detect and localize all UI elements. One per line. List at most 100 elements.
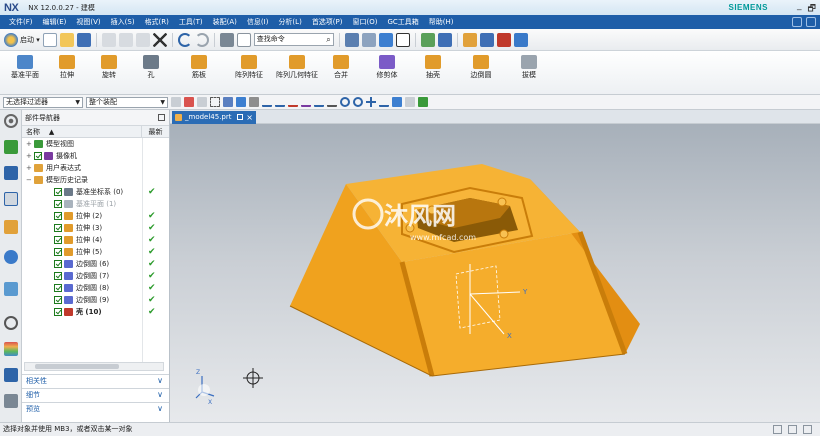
menu-item[interactable]: GC工具箱 (382, 15, 423, 29)
tree-row[interactable]: 拉伸 (3) ✔ (22, 222, 169, 234)
render-style-icon[interactable] (219, 32, 234, 47)
model-view[interactable]: Y X 沐风网 www.mfcad.com Z X (170, 124, 820, 422)
ribbon-button[interactable]: 阵列特征 (228, 54, 270, 94)
tree-row[interactable]: 边倒圆 (8) ✔ (22, 282, 169, 294)
save-icon[interactable] (76, 32, 91, 47)
snap-diagonal-icon[interactable] (379, 97, 389, 107)
tree-row[interactable]: 拉伸 (4) ✔ (22, 234, 169, 246)
menu-item[interactable]: 视图(V) (71, 15, 105, 29)
ribbon-button[interactable]: 合并 (320, 54, 362, 94)
snap-endpoint-icon[interactable] (249, 97, 259, 107)
tab-model45[interactable]: _model45.prt × (172, 111, 256, 124)
snap-line-icon[interactable] (262, 97, 272, 107)
wcs-icon[interactable] (496, 32, 511, 47)
ribbon-button[interactable]: 阵列几何特征 (276, 54, 318, 94)
status-icon[interactable] (773, 425, 782, 434)
assembly-navigator-icon[interactable] (4, 140, 18, 154)
clock-icon[interactable] (4, 316, 18, 330)
measure-icon[interactable] (513, 32, 528, 47)
tree-row[interactable]: 基准坐标系 (0) ✔ (22, 186, 169, 198)
settings-icon[interactable] (4, 114, 18, 128)
tree-row[interactable]: + 用户表达式 (22, 162, 169, 174)
ribbon-button[interactable]: 边倒圆 (460, 54, 502, 94)
cut-icon[interactable] (101, 32, 116, 47)
snap-intersect-icon[interactable] (327, 97, 337, 107)
snap-curve-icon[interactable] (275, 97, 285, 107)
expand-toggle-icon[interactable]: + (26, 138, 32, 150)
visibility-checkbox[interactable] (54, 260, 62, 268)
restore-tab-icon[interactable] (237, 114, 243, 120)
role-icon[interactable] (4, 368, 18, 382)
reuse-library-icon[interactable] (4, 220, 18, 234)
command-search-input[interactable]: 查找命令 ⌕ (253, 33, 334, 46)
close-icon[interactable]: × (246, 111, 253, 124)
tree-row[interactable]: 壳 (10) ✔ (22, 306, 169, 318)
web-browser-icon[interactable] (4, 250, 18, 264)
menu-item[interactable]: 首选项(P) (307, 15, 348, 29)
new-file-icon[interactable] (42, 32, 57, 47)
scroll-thumb[interactable] (35, 364, 119, 369)
ribbon-button[interactable]: 旋转 (88, 54, 130, 94)
expand-toggle-icon[interactable]: + (26, 162, 32, 174)
column-up-to-date[interactable]: 最新 (142, 126, 169, 137)
visibility-checkbox[interactable] (54, 188, 62, 196)
body-select-icon[interactable] (236, 97, 246, 107)
type-filter-dropdown[interactable]: 无选择过滤器 ▼ (3, 96, 83, 108)
snap-icon[interactable] (462, 32, 477, 47)
tree-row[interactable]: − 模型历史记录 (22, 174, 169, 186)
ribbon-button[interactable]: 拔模 (508, 54, 550, 94)
paste-icon[interactable] (135, 32, 150, 47)
background-icon[interactable] (395, 32, 410, 47)
open-folder-icon[interactable] (59, 32, 74, 47)
visibility-checkbox[interactable] (54, 236, 62, 244)
column-name[interactable]: 名称 ▲ (22, 126, 142, 137)
graphics-window[interactable]: Y X 沐风网 www.mfcad.com Z X (170, 124, 820, 422)
orient-view-icon[interactable] (361, 32, 376, 47)
menu-item[interactable]: 插入(S) (106, 15, 140, 29)
constraint-navigator-icon[interactable] (4, 166, 18, 180)
undo-icon[interactable] (177, 32, 192, 47)
visibility-checkbox[interactable] (54, 272, 62, 280)
snap-arc-icon[interactable] (288, 97, 298, 107)
tree-row[interactable]: 边倒圆 (9) ✔ (22, 294, 169, 306)
selection-scope-dropdown[interactable]: 整个装配 ▼ (86, 96, 168, 108)
visibility-checkbox[interactable] (34, 152, 42, 160)
snap-center-icon[interactable] (353, 97, 363, 107)
snap-wave-icon[interactable] (314, 97, 324, 107)
tree-row[interactable]: 拉伸 (5) ✔ (22, 246, 169, 258)
ribbon-button[interactable]: 筋板 (178, 54, 220, 94)
ribbon-button[interactable]: 基准平面 (4, 54, 46, 94)
collapsible-panel[interactable]: 相关性 ∨ (22, 374, 169, 387)
part-navigator-icon[interactable] (4, 192, 18, 206)
collapsible-panel[interactable]: 细节 ∨ (22, 388, 169, 401)
color-box-icon[interactable] (236, 32, 251, 47)
horizontal-scrollbar[interactable] (24, 362, 164, 371)
maximize-icon[interactable] (158, 114, 165, 121)
move-object-icon[interactable] (420, 32, 435, 47)
status-icon[interactable] (788, 425, 797, 434)
visibility-checkbox[interactable] (54, 200, 62, 208)
history-icon[interactable] (4, 282, 18, 296)
tree-row[interactable]: + 模型视图 (22, 138, 169, 150)
select-icon[interactable] (479, 32, 494, 47)
snap-center-icon[interactable] (340, 97, 350, 107)
invert-icon[interactable] (197, 97, 207, 107)
palette-icon[interactable] (4, 342, 18, 356)
layer-icon[interactable] (437, 32, 452, 47)
cube-select-icon[interactable] (223, 97, 233, 107)
shaded-cube-icon[interactable] (378, 32, 393, 47)
visibility-checkbox[interactable] (54, 296, 62, 304)
visibility-checkbox[interactable] (54, 224, 62, 232)
snap-point-icon[interactable] (392, 97, 402, 107)
expand-toggle-icon[interactable]: − (26, 174, 32, 186)
ribbon-button[interactable]: 拉伸 (46, 54, 88, 94)
snap-wave-icon[interactable] (301, 97, 311, 107)
select-all-icon[interactable] (184, 97, 194, 107)
snap-book-icon[interactable] (418, 97, 428, 107)
redo-icon[interactable] (194, 32, 209, 47)
ribbon-button[interactable]: 抽壳 (412, 54, 454, 94)
system-scenes-icon[interactable] (4, 394, 18, 408)
menu-item[interactable]: 信息(I) (242, 15, 274, 29)
start-button[interactable]: 启动 ▾ (4, 32, 40, 47)
menu-item[interactable]: 帮助(H) (424, 15, 459, 29)
